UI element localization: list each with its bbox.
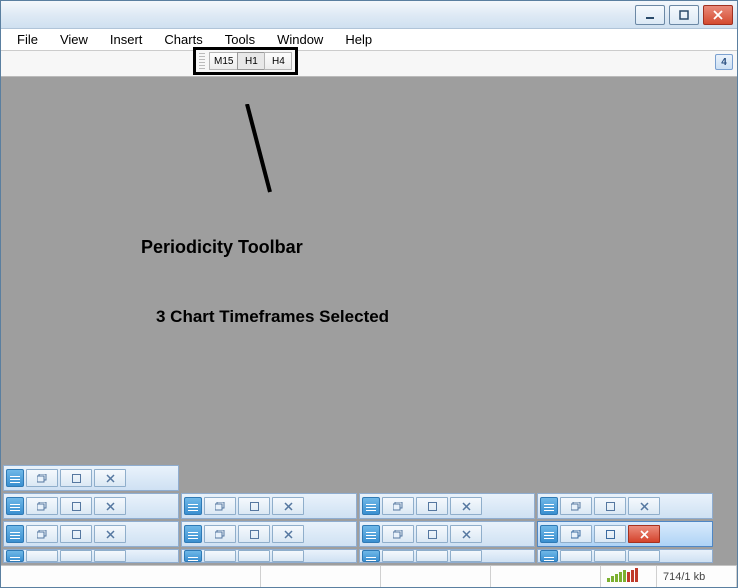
close-icon[interactable] <box>628 550 660 562</box>
close-icon[interactable] <box>628 497 660 515</box>
chart-icon <box>6 525 24 543</box>
restore-icon[interactable] <box>26 550 58 562</box>
minimized-windows-area <box>1 461 737 565</box>
maximize-icon[interactable] <box>594 497 626 515</box>
signal-bars-icon <box>607 568 647 585</box>
close-icon[interactable] <box>450 525 482 543</box>
menu-help[interactable]: Help <box>335 30 382 49</box>
maximize-icon[interactable] <box>60 469 92 487</box>
restore-icon[interactable] <box>204 550 236 562</box>
close-icon[interactable] <box>94 497 126 515</box>
restore-icon[interactable] <box>382 550 414 562</box>
maximize-icon[interactable] <box>416 497 448 515</box>
chart-icon <box>184 497 202 515</box>
restore-icon[interactable] <box>26 525 58 543</box>
minimize-button[interactable] <box>635 5 665 25</box>
minimized-chart[interactable] <box>537 549 713 563</box>
chart-icon <box>362 497 380 515</box>
restore-icon[interactable] <box>560 497 592 515</box>
maximize-icon[interactable] <box>60 550 92 562</box>
close-icon[interactable] <box>272 550 304 562</box>
restore-icon[interactable] <box>204 525 236 543</box>
minimized-chart[interactable] <box>3 465 179 491</box>
chart-icon <box>362 550 380 562</box>
timeframe-m15[interactable]: M15 <box>209 52 238 70</box>
maximize-icon[interactable] <box>238 550 270 562</box>
restore-icon[interactable] <box>204 497 236 515</box>
close-icon[interactable] <box>450 497 482 515</box>
minimized-chart[interactable] <box>3 521 179 547</box>
minimized-chart[interactable] <box>359 493 535 519</box>
toolbar-grip[interactable] <box>199 53 205 69</box>
chart-icon <box>540 525 558 543</box>
maximize-icon[interactable] <box>60 525 92 543</box>
close-icon[interactable] <box>94 469 126 487</box>
timeframe-h1[interactable]: H1 <box>237 52 265 70</box>
menu-view[interactable]: View <box>50 30 98 49</box>
minimized-chart[interactable] <box>359 549 535 563</box>
maximize-button[interactable] <box>669 5 699 25</box>
chart-icon <box>6 550 24 562</box>
minimized-chart[interactable] <box>359 521 535 547</box>
periodicity-toolbar: M15 H1 H4 <box>193 47 298 75</box>
chart-icon <box>362 525 380 543</box>
maximize-icon[interactable] <box>238 497 270 515</box>
restore-icon[interactable] <box>382 497 414 515</box>
toolbar: M15 H1 H4 4 <box>1 51 737 77</box>
close-icon[interactable] <box>272 497 304 515</box>
app-window: File View Insert Charts Tools Window Hel… <box>0 0 738 588</box>
status-cell <box>381 566 491 587</box>
chart-icon <box>540 550 558 562</box>
close-button[interactable] <box>703 5 733 25</box>
minimized-chart[interactable] <box>181 549 357 563</box>
status-bar: 714/1 kb <box>1 565 737 587</box>
chart-icon <box>540 497 558 515</box>
title-bar <box>1 1 737 29</box>
close-icon[interactable] <box>450 550 482 562</box>
restore-icon[interactable] <box>26 497 58 515</box>
status-cell <box>1 566 261 587</box>
chart-icon <box>6 497 24 515</box>
minimized-chart[interactable] <box>181 493 357 519</box>
maximize-icon[interactable] <box>416 550 448 562</box>
maximize-icon[interactable] <box>238 525 270 543</box>
maximize-icon[interactable] <box>416 525 448 543</box>
menu-insert[interactable]: Insert <box>100 30 153 49</box>
maximize-icon[interactable] <box>594 525 626 543</box>
restore-icon[interactable] <box>560 550 592 562</box>
close-icon[interactable] <box>94 525 126 543</box>
minimized-chart[interactable] <box>3 493 179 519</box>
callout-line <box>232 104 292 194</box>
chart-icon <box>6 469 24 487</box>
minimized-chart[interactable] <box>537 493 713 519</box>
mdi-workspace: Periodicity Toolbar 3 Chart Timeframes S… <box>1 77 737 565</box>
restore-icon[interactable] <box>26 469 58 487</box>
restore-icon[interactable] <box>382 525 414 543</box>
status-transfer: 714/1 kb <box>657 566 737 587</box>
maximize-icon[interactable] <box>60 497 92 515</box>
chart-icon <box>184 525 202 543</box>
annotation-timeframes: 3 Chart Timeframes Selected <box>156 307 389 327</box>
close-icon[interactable] <box>272 525 304 543</box>
annotation-periodicity: Periodicity Toolbar <box>141 237 303 258</box>
minimized-chart[interactable] <box>3 549 179 563</box>
chart-icon <box>184 550 202 562</box>
maximize-icon[interactable] <box>594 550 626 562</box>
restore-icon[interactable] <box>560 525 592 543</box>
minimized-chart-active[interactable] <box>537 521 713 547</box>
minimized-chart[interactable] <box>181 521 357 547</box>
menu-bar: File View Insert Charts Tools Window Hel… <box>1 29 737 51</box>
connection-signal <box>601 566 657 587</box>
close-icon[interactable] <box>628 525 660 543</box>
menu-file[interactable]: File <box>7 30 48 49</box>
close-icon[interactable] <box>94 550 126 562</box>
chart-count-badge[interactable]: 4 <box>715 54 733 70</box>
status-cell <box>261 566 381 587</box>
timeframe-h4[interactable]: H4 <box>264 52 292 70</box>
status-cell <box>491 566 601 587</box>
